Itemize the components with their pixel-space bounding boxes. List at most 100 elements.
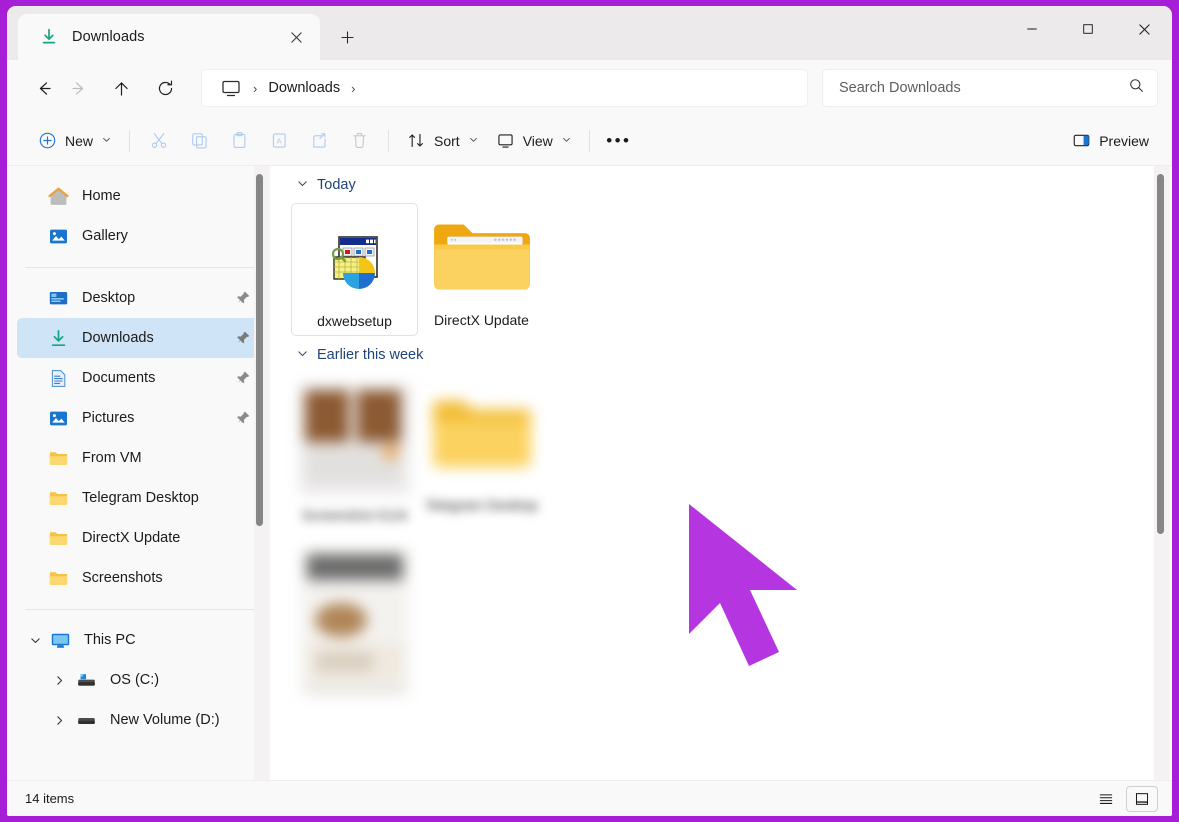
chevron-down-icon-view[interactable] <box>562 135 571 147</box>
file-grid-earlier-this-week: Screenshot 0124 Telegram Desktop <box>271 369 1172 704</box>
sidebar-item-screenshots[interactable]: Screenshots <box>17 558 263 598</box>
sidebar-item-this-pc[interactable]: This PC <box>17 620 263 660</box>
this-pc-icon <box>50 630 71 651</box>
file-item-blurred-2[interactable]: Telegram Desktop <box>418 373 545 704</box>
gallery-icon <box>48 226 69 247</box>
sidebar-item-label: Desktop <box>82 290 136 306</box>
breadcrumb-separator-2[interactable]: › <box>344 81 362 96</box>
refresh-button[interactable] <box>147 70 183 106</box>
cut-button[interactable] <box>139 124 179 158</box>
content-scrollbar-track[interactable] <box>1154 166 1170 780</box>
sidebar-item-label: Documents <box>82 370 156 386</box>
rename-button[interactable]: A <box>259 124 299 158</box>
delete-button[interactable] <box>339 124 379 158</box>
chevron-right-icon[interactable] <box>49 670 69 690</box>
window-controls <box>1004 6 1172 52</box>
sidebar-item-label: Downloads <box>82 330 154 346</box>
sidebar-item-gallery[interactable]: Gallery <box>17 216 263 256</box>
item-count-label: 14 items <box>25 791 75 806</box>
scissors-icon <box>151 133 166 148</box>
forward-button[interactable] <box>61 70 97 106</box>
details-view-toggle[interactable] <box>1126 785 1158 812</box>
sidebar-item-label: Gallery <box>82 228 128 244</box>
file-item-directx-update[interactable]: DirectX Update <box>418 203 545 336</box>
search-input[interactable] <box>839 80 1128 96</box>
preview-button[interactable]: Preview <box>1063 124 1158 158</box>
chevron-right-icon[interactable] <box>49 710 69 730</box>
share-button[interactable] <box>299 124 339 158</box>
sidebar-item-telegram-desktop[interactable]: Telegram Desktop <box>17 478 263 518</box>
chevron-down-icon[interactable] <box>297 348 308 362</box>
breadcrumb-current[interactable]: Downloads <box>264 77 344 99</box>
view-button[interactable]: View <box>487 124 580 158</box>
back-button[interactable] <box>25 70 61 106</box>
folder-icon <box>48 568 69 589</box>
search-icon[interactable] <box>1128 77 1145 99</box>
close-button[interactable] <box>1116 6 1172 52</box>
sidebar-item-label: Pictures <box>82 410 135 426</box>
rename-icon: A <box>272 133 286 148</box>
download-icon <box>39 27 59 47</box>
more-options-button[interactable]: ••• <box>599 124 639 158</box>
sidebar-item-downloads[interactable]: Downloads <box>17 318 263 358</box>
chevron-down-icon[interactable] <box>102 135 111 147</box>
downloads-icon <box>48 328 69 349</box>
file-item-blurred-3[interactable] <box>291 541 418 704</box>
tab-title: Downloads <box>72 29 145 45</box>
paste-button[interactable] <box>219 124 259 158</box>
paste-icon <box>232 132 245 148</box>
command-bar: New A Sort View ••• Preview <box>7 116 1172 166</box>
new-tab-button[interactable] <box>330 20 364 54</box>
list-view-toggle[interactable] <box>1090 786 1122 812</box>
sidebar-item-label: DirectX Update <box>82 530 181 546</box>
chevron-down-icon-sort[interactable] <box>469 135 478 147</box>
sidebar-item-directx-update[interactable]: DirectX Update <box>17 518 263 558</box>
close-icon[interactable] <box>282 23 310 51</box>
file-item-label: dxwebsetup <box>317 313 392 329</box>
sidebar-item-home[interactable]: Home <box>17 176 263 216</box>
group-header-label: Earlier this week <box>317 347 424 363</box>
breadcrumb[interactable]: › Downloads › <box>201 69 808 107</box>
sidebar-item-os-c[interactable]: OS (C:) <box>17 660 263 700</box>
copy-button[interactable] <box>179 124 219 158</box>
sidebar-item-from-vm[interactable]: From VM <box>17 438 263 478</box>
tab-downloads[interactable]: Downloads <box>18 14 320 60</box>
search-box[interactable] <box>822 69 1158 107</box>
chevron-down-icon[interactable] <box>297 178 308 192</box>
sidebar-divider-2 <box>25 609 257 610</box>
pin-icon[interactable] <box>236 410 252 426</box>
sidebar-item-label: Telegram Desktop <box>82 490 199 506</box>
sidebar-item-documents[interactable]: Documents <box>17 358 263 398</box>
content-scrollbar-thumb[interactable] <box>1157 174 1164 534</box>
file-item-label: DirectX Update <box>434 312 529 328</box>
pin-icon[interactable] <box>236 330 252 346</box>
sidebar-item-label: Home <box>82 188 121 204</box>
documents-icon <box>48 368 69 389</box>
minimize-button[interactable] <box>1004 6 1060 52</box>
pin-icon[interactable] <box>236 290 252 306</box>
new-button[interactable]: New <box>29 124 120 158</box>
group-header-today[interactable]: Today <box>271 166 1172 199</box>
toolbar-divider-3 <box>588 129 590 152</box>
sidebar-item-pictures[interactable]: Pictures <box>17 398 263 438</box>
sidebar-item-label: This PC <box>84 632 136 648</box>
tab-strip: Downloads <box>7 6 364 60</box>
sidebar-item-new-volume-d[interactable]: New Volume (D:) <box>17 700 263 740</box>
this-pc-icon[interactable] <box>220 77 242 99</box>
sort-button[interactable]: Sort <box>398 124 487 158</box>
maximize-button[interactable] <box>1060 6 1116 52</box>
up-button[interactable] <box>103 70 139 106</box>
view-icon <box>498 134 513 148</box>
file-list-pane[interactable]: Today dxwebsetup DirectX Update Earlier … <box>271 166 1172 780</box>
home-icon <box>48 186 69 207</box>
sidebar-scrollbar-thumb[interactable] <box>256 174 263 526</box>
sidebar-item-label: Screenshots <box>82 570 163 586</box>
toolbar-divider <box>129 129 131 152</box>
sidebar-scrollbar-track[interactable] <box>254 166 269 780</box>
group-header-earlier-this-week[interactable]: Earlier this week <box>271 336 1172 369</box>
sidebar-item-desktop[interactable]: Desktop <box>17 278 263 318</box>
file-item-dxwebsetup[interactable]: dxwebsetup <box>291 203 418 336</box>
title-bar: Downloads <box>7 6 1172 60</box>
pin-icon[interactable] <box>236 370 252 386</box>
chevron-down-icon[interactable] <box>25 630 45 650</box>
